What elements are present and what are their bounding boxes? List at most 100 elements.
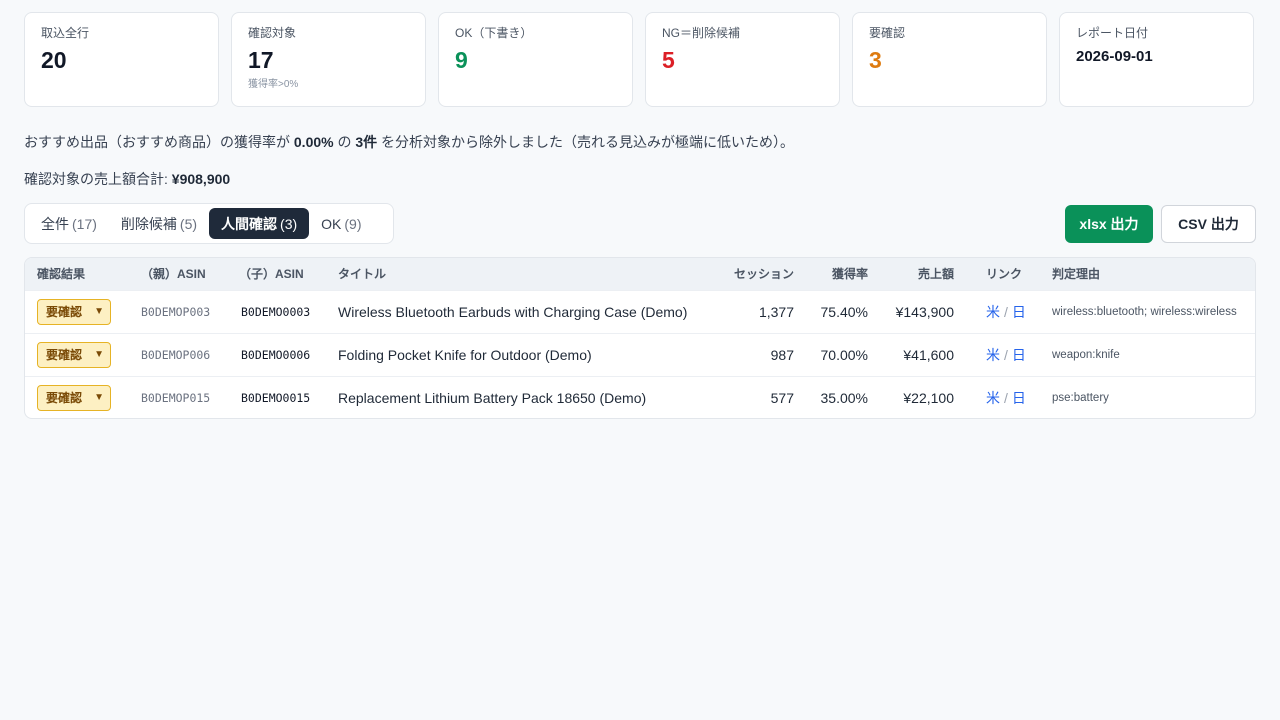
tab-count: (3) [280, 215, 298, 232]
conversion-rate-value: 35.00% [820, 389, 868, 406]
stat-label: 要確認 [869, 26, 906, 40]
status-value: 要確認 [46, 391, 83, 406]
link-jp[interactable]: 日 [1012, 347, 1026, 363]
parent-asin: B0DEMOP006 [141, 347, 211, 362]
export-xlsx-button[interactable]: xlsx 出力 [1065, 205, 1153, 243]
child-asin: B0DEMO0003 [241, 304, 311, 319]
stats-row: 取込全行 20 確認対象 17 獲得率>0% OK（下書き） 9 NG＝削除候補… [24, 12, 1254, 107]
tab-label: 削除候補 [120, 215, 177, 232]
sales-total-label: 確認対象の売上額合計: [24, 171, 172, 187]
column-header-reason: 判定理由 [1052, 267, 1101, 282]
column-header-links: リンク [986, 267, 1023, 282]
reason-value: weapon:knife [1052, 348, 1120, 361]
link-separator: / [1004, 303, 1008, 320]
link-us[interactable]: 米 [986, 390, 1000, 406]
stat-card-review-target: 確認対象 17 獲得率>0% [231, 12, 426, 107]
status-select[interactable]: 要確認 ▼ [37, 384, 111, 411]
link-separator: / [1004, 389, 1008, 406]
child-asin: B0DEMO0015 [241, 390, 311, 405]
status-select[interactable]: 要確認 ▼ [37, 341, 111, 368]
column-header-status: 確認結果 [37, 267, 86, 282]
product-title: Folding Pocket Knife for Outdoor (Demo) [338, 346, 592, 363]
stat-card-total-rows: 取込全行 20 [24, 12, 219, 107]
tab-human-review[interactable]: 人間確認 (3) [209, 208, 310, 239]
status-cell: 要確認 ▼ [25, 333, 127, 376]
tab-delete-candidates[interactable]: 削除候補 (5) [109, 208, 209, 239]
stat-label: NG＝削除候補 [662, 26, 741, 40]
link-us[interactable]: 米 [986, 304, 1000, 320]
summary-rate: 0.00% [293, 134, 334, 150]
column-header-sessions: セッション [733, 267, 794, 282]
conversion-rate-value: 70.00% [820, 346, 868, 363]
link-us[interactable]: 米 [986, 347, 1000, 363]
links-cell: 米 / 日 [962, 376, 1028, 418]
child-asin: B0DEMO0006 [241, 347, 311, 362]
link-separator: / [1004, 346, 1008, 363]
parent-asin: B0DEMOP015 [141, 390, 211, 405]
tab-count: (17) [72, 215, 97, 232]
stat-value: 9 [455, 47, 468, 73]
links-cell: 米 / 日 [962, 333, 1028, 376]
reason-value: wireless:bluetooth; wireless:wireless [1052, 305, 1237, 318]
stat-subtext: 獲得率>0% [248, 79, 299, 90]
status-cell: 要確認 ▼ [25, 290, 127, 333]
sessions-value: 987 [770, 346, 794, 363]
summary-text: を分析対象から除外しました（売れる見込みが極端に低いため）。 [377, 134, 795, 150]
reason-value: pse:battery [1052, 391, 1109, 404]
tab-count: (5) [179, 215, 198, 232]
sessions-value: 1,377 [758, 303, 794, 320]
status-select[interactable]: 要確認 ▼ [37, 298, 111, 325]
exclusion-summary: おすすめ出品（おすすめ商品）の獲得率が 0.00% の 3件 を分析対象から除外… [24, 132, 794, 152]
chevron-down-icon: ▼ [94, 392, 104, 404]
stat-label: OK（下書き） [455, 26, 533, 40]
stat-card-report-date: レポート日付 2026-09-01 [1059, 12, 1254, 107]
stat-value: 2026-09-01 [1076, 48, 1153, 65]
tab-count: (9) [344, 215, 362, 232]
chevron-down-icon: ▼ [94, 306, 104, 317]
table-row: 要確認 ▼ B0DEMOP015 B0DEMO0015 Replacement L… [25, 376, 1255, 418]
summary-text: おすすめ出品（おすすめ商品）の獲得率が [24, 134, 294, 150]
sales-value: ¥143,900 [895, 303, 954, 320]
column-header-conversion-rate: 獲得率 [831, 267, 868, 282]
tab-ok[interactable]: OK (9) [309, 208, 373, 239]
tab-label: OK [321, 215, 342, 232]
filter-tabs: 全件 (17) 削除候補 (5) 人間確認 (3) OK (9) [24, 203, 394, 244]
product-title: Replacement Lithium Battery Pack 18650 (… [338, 389, 647, 406]
status-value: 要確認 [46, 305, 83, 319]
table-header-row: 確認結果 （親）ASIN （子）ASIN タイトル セッション 獲得率 売上額 … [25, 258, 1255, 290]
status-cell: 要確認 ▼ [25, 376, 127, 418]
export-csv-button[interactable]: CSV 出力 [1161, 205, 1256, 243]
sales-value: ¥41,600 [903, 346, 954, 363]
links-cell: 米 / 日 [962, 290, 1028, 333]
stat-label: 確認対象 [248, 26, 297, 40]
stat-card-ng: NG＝削除候補 5 [645, 12, 840, 107]
stat-label: 取込全行 [41, 26, 90, 40]
chevron-down-icon: ▼ [94, 349, 104, 360]
sales-total: 確認対象の売上額合計: ¥908,900 [24, 169, 230, 189]
stat-card-ok: OK（下書き） 9 [438, 12, 633, 107]
stat-value: 17 [248, 47, 274, 73]
sales-value: ¥22,100 [903, 389, 954, 406]
table-row: 要確認 ▼ B0DEMOP006 B0DEMO0006 Folding Pocke… [25, 333, 1255, 376]
column-header-parent-asin: （親）ASIN [141, 267, 206, 282]
summary-count: 3件 [355, 134, 378, 150]
summary-text: の [333, 134, 356, 150]
review-table: 確認結果 （親）ASIN （子）ASIN タイトル セッション 獲得率 売上額 … [24, 257, 1256, 419]
link-jp[interactable]: 日 [1012, 304, 1026, 320]
tab-label: 全件 [41, 215, 69, 232]
tab-all[interactable]: 全件 (17) [29, 208, 109, 239]
parent-asin: B0DEMOP003 [141, 304, 211, 319]
link-jp[interactable]: 日 [1012, 390, 1026, 406]
column-header-child-asin: （子）ASIN [239, 267, 304, 282]
stat-value: 20 [41, 47, 67, 73]
tab-label: 人間確認 [221, 215, 278, 232]
stat-value: 3 [869, 47, 882, 73]
product-title: Wireless Bluetooth Earbuds with Charging… [338, 303, 688, 320]
status-value: 要確認 [46, 348, 83, 362]
stat-value: 5 [662, 47, 675, 73]
table-row: 要確認 ▼ B0DEMOP003 B0DEMO0003 Wireless Blue… [25, 290, 1255, 333]
column-header-sales: 売上額 [917, 267, 954, 282]
sales-total-value: ¥908,900 [171, 171, 231, 187]
sessions-value: 577 [770, 389, 794, 406]
conversion-rate-value: 75.40% [820, 303, 868, 320]
